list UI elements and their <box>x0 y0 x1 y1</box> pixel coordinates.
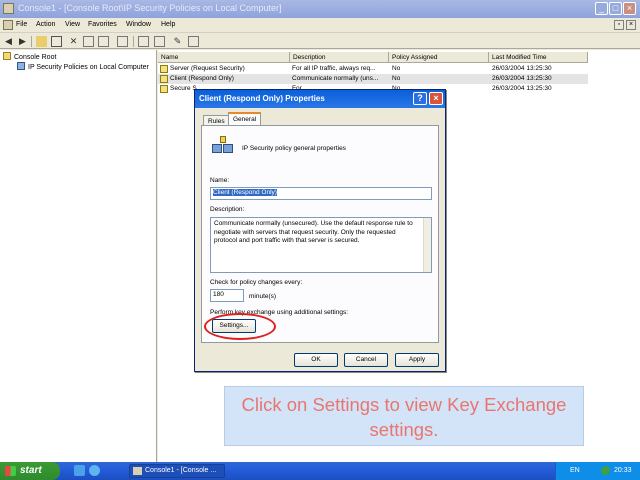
tree-item-ip-security-policies[interactable]: IP Security Policies on Local Computer <box>17 62 149 71</box>
network-policy-icon <box>212 136 234 156</box>
table-row[interactable]: Server (Request Security) For all IP tra… <box>158 64 588 74</box>
description-scrollbar[interactable] <box>423 218 431 272</box>
child-close-button[interactable]: × <box>626 20 636 30</box>
dialog-title-bar: Client (Respond Only) Properties ? × <box>195 90 445 108</box>
check-interval-field[interactable]: 180 <box>210 289 244 302</box>
policy-icon <box>17 62 25 70</box>
taskbar-console-button[interactable]: Console1 - [Console ... <box>129 464 225 478</box>
console-icon <box>3 3 14 14</box>
tutorial-caption: Click on Settings to view Key Exchange s… <box>224 386 584 446</box>
up-folder-icon[interactable] <box>36 36 47 47</box>
description-label: Description: <box>210 206 245 213</box>
menu-window[interactable]: Window <box>126 21 151 28</box>
menu-action[interactable]: Action <box>36 21 55 28</box>
highlight-circle <box>204 313 276 340</box>
menu-favorites[interactable]: Favorites <box>88 21 117 28</box>
add-policy-icon[interactable]: ✎ <box>172 36 183 47</box>
system-tray: EN 20:33 <box>555 462 640 480</box>
column-header-description[interactable]: Description <box>290 52 389 63</box>
policy-icon <box>160 75 168 83</box>
mmc-icon[interactable] <box>3 20 13 30</box>
tree-item-console-root[interactable]: Console Root <box>3 52 56 61</box>
column-header-last-modified[interactable]: Last Modified Time <box>489 52 588 63</box>
maximize-button[interactable]: □ <box>609 2 622 15</box>
minutes-label: minute(s) <box>249 293 277 300</box>
properties-dialog: Client (Respond Only) Properties ? × Rul… <box>194 89 446 372</box>
console-icon <box>133 467 142 475</box>
table-row[interactable]: Client (Respond Only) Communicate normal… <box>158 74 588 84</box>
taskbar: start Console1 - [Console ... EN 20:33 <box>0 462 640 480</box>
general-tab-page: IP Security policy general properties Na… <box>201 125 439 343</box>
windows-flag-icon <box>5 466 16 476</box>
help-icon[interactable] <box>138 36 149 47</box>
close-button[interactable]: × <box>623 2 636 15</box>
tab-general[interactable]: General <box>228 112 262 125</box>
view-icon[interactable] <box>154 36 165 47</box>
policy-icon <box>160 65 168 73</box>
menu-help[interactable]: Help <box>161 21 175 28</box>
help-button[interactable]: ? <box>413 92 427 105</box>
back-icon[interactable]: ◀ <box>3 36 14 47</box>
apply-button[interactable]: Apply <box>395 353 439 367</box>
minimize-button[interactable]: _ <box>595 2 608 15</box>
description-field[interactable]: Communicate normally (unsecured). Use th… <box>210 217 432 273</box>
toolbar: ◀ ▶ ✕ ✎ <box>0 34 640 49</box>
folder-icon <box>3 52 11 60</box>
column-header-policy-assigned[interactable]: Policy Assigned <box>389 52 489 63</box>
column-header-name[interactable]: Name <box>158 52 290 63</box>
policy-icon <box>160 85 168 93</box>
refresh-icon[interactable] <box>98 36 109 47</box>
forward-icon[interactable]: ▶ <box>17 36 28 47</box>
dialog-title: Client (Respond Only) Properties <box>199 94 325 103</box>
properties-icon[interactable] <box>83 36 94 47</box>
toolbar-separator <box>31 36 32 47</box>
start-button[interactable]: start <box>0 462 60 480</box>
menu-file[interactable]: File <box>16 21 27 28</box>
child-restore-button[interactable]: ▫ <box>614 20 624 30</box>
language-indicator[interactable]: EN <box>570 467 580 474</box>
window-title-bar: Console1 - [Console Root\IP Security Pol… <box>0 0 640 18</box>
name-field[interactable]: Client (Respond Only) <box>210 187 432 200</box>
show-hide-tree-icon[interactable] <box>51 36 62 47</box>
delete-icon[interactable]: ✕ <box>68 36 79 47</box>
check-interval-label: Check for policy changes every: <box>210 279 303 286</box>
tray-icon[interactable] <box>601 466 610 475</box>
export-list-icon[interactable] <box>117 36 128 47</box>
window-title: Console1 - [Console Root\IP Security Pol… <box>18 3 282 13</box>
toolbar-separator <box>133 36 134 47</box>
clock[interactable]: 20:33 <box>614 467 632 474</box>
manage-filters-icon[interactable] <box>188 36 199 47</box>
menu-bar: File Action View Favorites Window Help ▫… <box>0 18 640 33</box>
ok-button[interactable]: OK <box>294 353 338 367</box>
quick-launch-ie-icon[interactable] <box>89 465 100 476</box>
quick-launch-desktop-icon[interactable] <box>74 465 85 476</box>
general-heading: IP Security policy general properties <box>242 145 346 152</box>
console-tree: Console Root IP Security Policies on Loc… <box>0 50 157 462</box>
menu-view[interactable]: View <box>65 21 80 28</box>
dialog-close-button[interactable]: × <box>429 92 443 105</box>
name-label: Name: <box>210 177 230 184</box>
cancel-button[interactable]: Cancel <box>344 353 388 367</box>
